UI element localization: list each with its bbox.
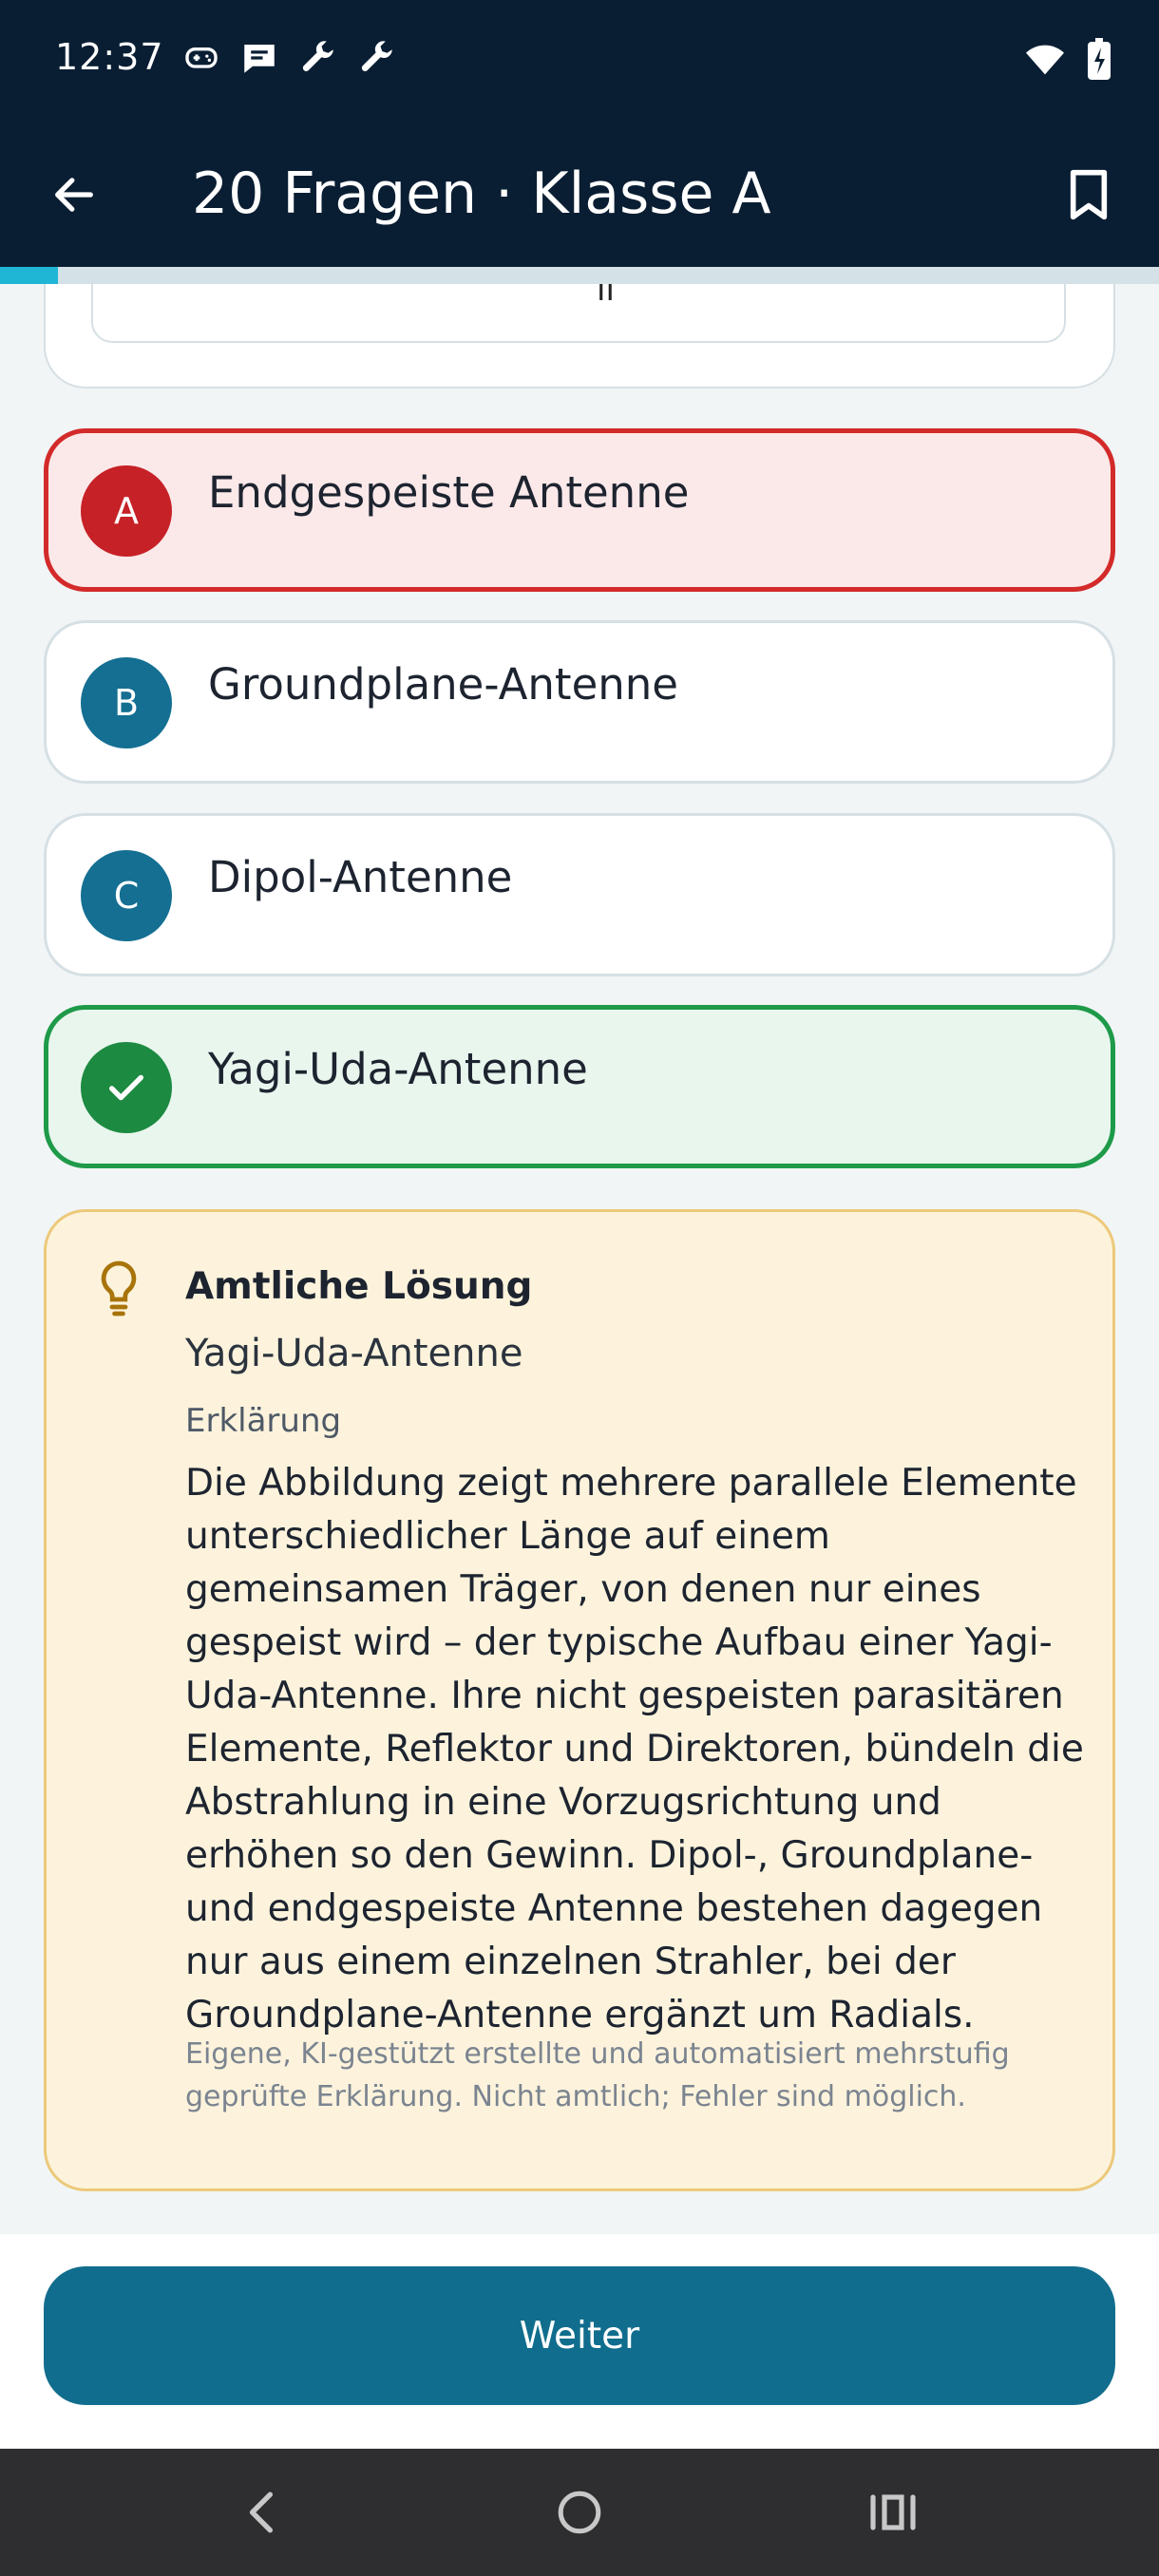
bottom-action-bar: Weiter bbox=[0, 2234, 1159, 2449]
status-system-icons bbox=[1024, 38, 1112, 80]
lightbulb-icon bbox=[101, 1260, 137, 1316]
bookmark-icon bbox=[1070, 169, 1108, 220]
next-button[interactable]: Weiter bbox=[44, 2266, 1115, 2405]
option-label: Groundplane-Antenne bbox=[208, 659, 678, 710]
status-time: 12:37 bbox=[55, 36, 164, 78]
option-label: Endgespeiste Antenne bbox=[208, 467, 690, 518]
option-letter-badge: C bbox=[81, 850, 172, 941]
wrench-icon bbox=[357, 38, 397, 78]
nav-back-button[interactable] bbox=[224, 2474, 300, 2550]
answer-option-c[interactable]: C Dipol-Antenne bbox=[44, 813, 1115, 976]
option-letter-badge: A bbox=[81, 465, 172, 557]
question-content[interactable]: ıı A Endgespeiste Antenne B Groundplane-… bbox=[0, 284, 1159, 2234]
option-correct-badge bbox=[81, 1042, 172, 1133]
gamepad-icon bbox=[182, 38, 220, 78]
page-title: 20 Fragen · Klasse A bbox=[192, 161, 771, 227]
wrench-icon bbox=[298, 38, 338, 78]
answer-option-d[interactable]: Yagi-Uda-Antenne bbox=[44, 1005, 1115, 1168]
official-solution-panel: Amtliche Lösung Yagi-Uda-Antenne Erkläru… bbox=[44, 1209, 1115, 2191]
nav-home-icon bbox=[558, 2491, 601, 2534]
explanation-text: Die Abbildung zeigt mehrere parallele El… bbox=[185, 1462, 1084, 2036]
nav-back-icon bbox=[249, 2491, 274, 2533]
status-notification-icons bbox=[182, 38, 397, 78]
back-button[interactable] bbox=[46, 166, 103, 223]
explanation-disclaimer: Eigene, KI-gestützt erstellte und automa… bbox=[185, 2037, 1010, 2113]
status-bar: 12:37 bbox=[0, 0, 1159, 119]
wifi-icon bbox=[1024, 40, 1066, 78]
app-bar: 20 Fragen · Klasse A bbox=[0, 119, 1159, 267]
answer-option-b[interactable]: B Groundplane-Antenne bbox=[44, 620, 1115, 784]
explanation-heading: Erklärung bbox=[185, 1402, 342, 1440]
question-image bbox=[91, 284, 1066, 343]
nav-recents-button[interactable] bbox=[855, 2474, 931, 2550]
nav-home-button[interactable] bbox=[542, 2474, 618, 2550]
check-icon bbox=[108, 1074, 144, 1101]
arrow-back-icon bbox=[55, 178, 93, 212]
nav-recents-icon bbox=[870, 2494, 916, 2530]
quiz-progress-fill bbox=[0, 267, 58, 284]
bookmark-button[interactable] bbox=[1058, 164, 1119, 225]
battery-charging-icon bbox=[1087, 38, 1112, 80]
option-letter-badge: B bbox=[81, 657, 172, 748]
system-navigation-bar bbox=[0, 2449, 1159, 2576]
question-image-card bbox=[44, 284, 1115, 388]
option-label: Dipol-Antenne bbox=[208, 852, 513, 902]
answer-option-a[interactable]: A Endgespeiste Antenne bbox=[44, 428, 1115, 592]
solution-title: Amtliche Lösung bbox=[185, 1265, 533, 1308]
option-label: Yagi-Uda-Antenne bbox=[208, 1044, 588, 1094]
message-icon bbox=[239, 38, 279, 78]
question-image-fragment: ıı bbox=[597, 284, 615, 309]
solution-answer: Yagi-Uda-Antenne bbox=[185, 1332, 523, 1375]
quiz-progress-bar bbox=[0, 267, 1159, 284]
